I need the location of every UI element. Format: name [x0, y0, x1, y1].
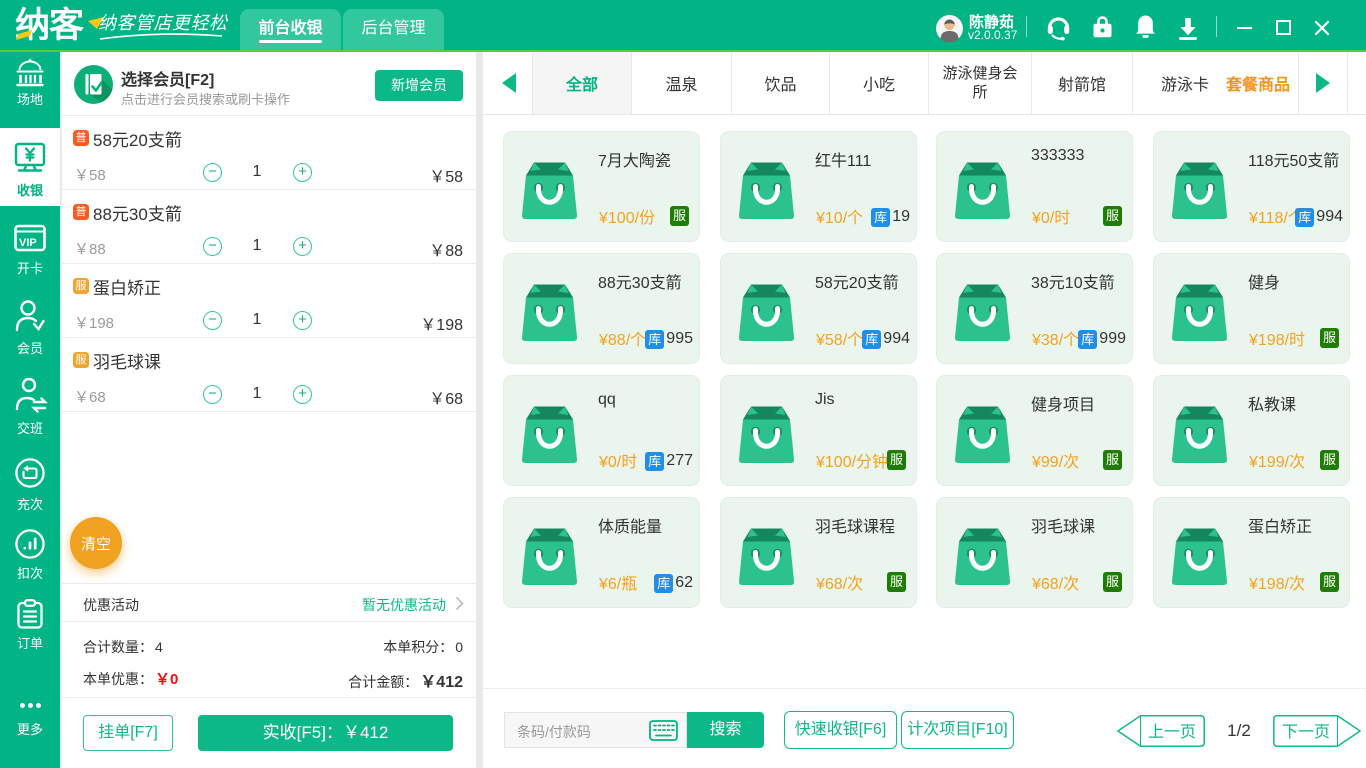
svg-text:VIP: VIP	[19, 237, 37, 249]
svg-text:上一页: 上一页	[1148, 723, 1196, 741]
svg-text:纳客管店更轻松: 纳客管店更轻松	[98, 13, 229, 33]
svg-text:下一页: 下一页	[1282, 724, 1330, 741]
